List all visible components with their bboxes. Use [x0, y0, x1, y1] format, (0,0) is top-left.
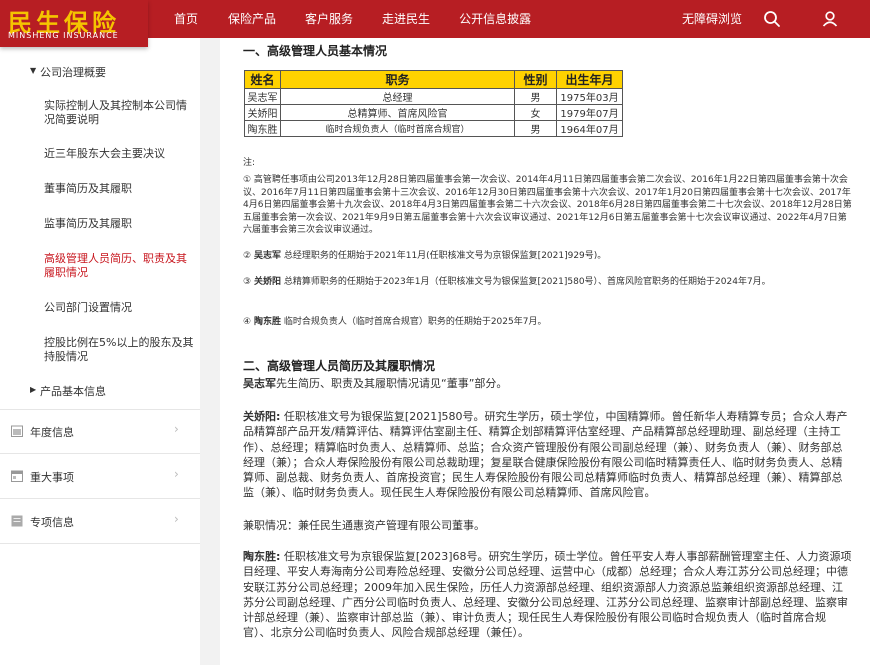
table-row: 关娇阳 总精算师、首席风险官 女 1979年07月 [244, 104, 623, 121]
bio-tao: 陶东胜: 任职核准文号为京银保监复[2023]68号。研究生学历，硕士学位。曾任… [243, 549, 853, 641]
table-header: 姓名 [244, 70, 281, 89]
accessibility-link[interactable]: 无障碍浏览 [682, 0, 742, 38]
sidebar-governance-title[interactable]: 公司治理概要 [40, 64, 106, 80]
note-1: ① 高管聘任事项由公司2013年12月28日第四届董事会第一次会议、2014年4… [243, 175, 852, 235]
note-prefix: ③ [243, 277, 254, 287]
nav-home[interactable]: 首页 [174, 0, 198, 38]
sidebar-item-annual-info[interactable]: 年度信息 [30, 424, 74, 440]
nav-disclosure[interactable]: 公开信息披露 [459, 0, 531, 38]
table-row: 陶东胜 临时合规负责人（临时首席合规官） 男 1964年07月 [244, 120, 623, 137]
sidebar-item-senior-management[interactable]: 高级管理人员简历、职责及其履职情况 [44, 252, 194, 280]
table-header: 职务 [280, 70, 515, 89]
sidebar-item-controller[interactable]: 实际控制人及其控制本公司情况简要说明 [44, 99, 194, 127]
divider [0, 409, 200, 410]
table-header-row: 姓名 职务 性别 出生年月 [244, 70, 623, 89]
table-row: 吴志军 总经理 男 1975年03月 [244, 88, 623, 105]
note-label: 注: [243, 158, 256, 168]
table-cell: 吴志军 [244, 88, 281, 105]
document-icon [11, 515, 23, 527]
sidebar-item-major-shareholders[interactable]: 控股比例在5%以上的股东及其持股情况 [44, 336, 194, 364]
note-text: 总精算师职务的任期始于2023年1月（任职核准文号为银保监复[2021]580号… [280, 277, 771, 287]
table-cell: 女 [514, 104, 557, 121]
chevron-right-icon: › [174, 512, 179, 526]
sidebar-item-special-info[interactable]: 专项信息 [30, 514, 74, 530]
note-3: ③ 关娇阳 总精算师职务的任期始于2023年1月（任职核准文号为银保监复[202… [243, 272, 853, 293]
user-icon[interactable] [820, 9, 840, 29]
note-text: 总经理职务的任期始于2021年11月(任职核准文号为京银保监复[2021]929… [280, 251, 607, 261]
management-table: 姓名 职务 性别 出生年月 吴志军 总经理 男 1975年03月 关娇阳 总精算… [244, 70, 623, 137]
logo[interactable]: 民生保险 MINSHENG INSURANCE [0, 0, 148, 47]
table-cell: 1964年07月 [556, 120, 623, 137]
table-cell: 关娇阳 [244, 104, 281, 121]
divider [0, 543, 200, 544]
main-nav: 首页 保险产品 客户服务 走进民生 公开信息披露 [160, 0, 560, 38]
bio-wu: 吴志军先生简历、职责及其履职情况请见“董事”部分。 [243, 376, 853, 391]
table-header: 出生年月 [556, 70, 623, 89]
table-cell: 1979年07月 [556, 104, 623, 121]
bio-text: 任职核准文号为京银保监复[2023]68号。研究生学历，硕士学位。曾任平安人寿人… [243, 550, 852, 640]
calendar-icon [11, 470, 23, 482]
note-name: 陶东胜 [253, 317, 281, 327]
table-cell: 男 [514, 88, 557, 105]
sidebar: ▼ 公司治理概要 实际控制人及其控制本公司情况简要说明 近三年股东大会主要决议 … [0, 38, 200, 665]
table-cell: 总经理 [280, 88, 515, 105]
bio-name: 陶东胜: [243, 550, 281, 563]
calendar-icon [11, 425, 23, 437]
note-prefix: ② [243, 251, 254, 261]
table-cell: 男 [514, 120, 557, 137]
sidebar-item-major-events[interactable]: 重大事项 [30, 469, 74, 485]
section-title-basic-info: 一、高级管理人员基本情况 [243, 44, 388, 58]
bio-text: 任职核准文号为银保监复[2021]580号。研究生学历，硕士学位，中国精算师。曾… [243, 410, 848, 500]
nav-about[interactable]: 走进民生 [382, 0, 430, 38]
note-2: ② 吴志军 总经理职务的任期始于2021年11月(任职核准文号为京银保监复[20… [243, 250, 853, 263]
search-icon[interactable] [762, 9, 782, 29]
table-cell: 临时合规负责人（临时首席合规官） [280, 120, 515, 137]
divider [0, 498, 200, 499]
bio-guan-extra: 兼职情况：兼任民生通惠资产管理有限公司董事。 [243, 519, 485, 532]
nav-products[interactable]: 保险产品 [228, 0, 276, 38]
bio-name: 关娇阳: [243, 410, 281, 423]
sidebar-products-title[interactable]: 产品基本信息 [40, 383, 106, 399]
note-prefix: ④ [243, 317, 254, 327]
note-name: 关娇阳 [253, 277, 281, 287]
divider [0, 453, 200, 454]
bio-text: 先生简历、职责及其履职情况请见“董事”部分。 [276, 377, 508, 390]
bio-name: 吴志军 [243, 377, 276, 390]
table-cell: 总精算师、首席风险官 [280, 104, 515, 121]
main-content: 一、高级管理人员基本情况 姓名 职务 性别 出生年月 吴志军 总经理 男 197… [220, 38, 870, 665]
sidebar-item-supervisors[interactable]: 监事简历及其履职 [44, 217, 194, 231]
table-header: 性别 [514, 70, 557, 89]
note-4: ④ 陶东胜 临时合规负责人（临时首席合规官）职务的任期始于2025年7月。 [243, 316, 853, 329]
note-name: 吴志军 [253, 251, 281, 261]
nav-customer-service[interactable]: 客户服务 [305, 0, 353, 38]
chevron-right-icon: › [174, 422, 179, 436]
caret-down-icon: ▼ [30, 66, 37, 75]
note-text: 临时合规负责人（临时首席合规官）职务的任期始于2025年7月。 [280, 317, 547, 327]
section-title-resume: 二、高级管理人员简历及其履职情况 [243, 359, 436, 373]
sidebar-item-departments[interactable]: 公司部门设置情况 [44, 301, 194, 315]
caret-right-icon: ▶ [30, 385, 37, 394]
sidebar-item-shareholder-meeting[interactable]: 近三年股东大会主要决议 [44, 147, 194, 161]
sidebar-item-directors[interactable]: 董事简历及其履职 [44, 182, 194, 196]
logo-subtext: MINSHENG INSURANCE [8, 31, 119, 40]
chevron-right-icon: › [174, 467, 179, 481]
table-cell: 1975年03月 [556, 88, 623, 105]
table-cell: 陶东胜 [244, 120, 281, 137]
bio-guan: 关娇阳: 任职核准文号为银保监复[2021]580号。研究生学历，硕士学位，中国… [243, 409, 853, 501]
